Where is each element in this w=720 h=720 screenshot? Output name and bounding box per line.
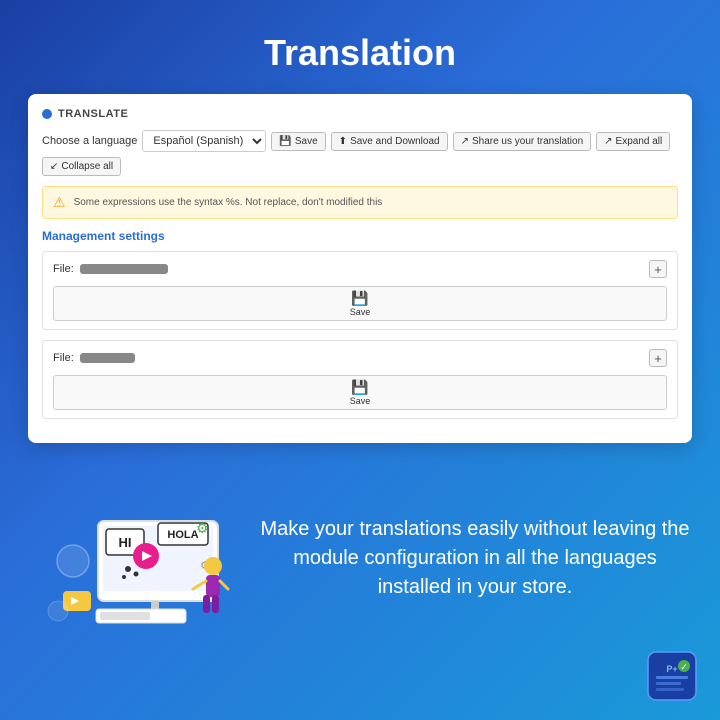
bottom-section: HI HOLA ⚙ ⚙ [28, 461, 692, 656]
expand-label: Expand all [616, 136, 663, 147]
promo-text: Make your translations easily without le… [258, 515, 692, 602]
svg-text:HOLA: HOLA [167, 529, 198, 541]
translate-label: TRANSLATE [58, 108, 128, 120]
file-name-bar-1 [80, 264, 168, 274]
svg-text:P+: P+ [666, 664, 677, 674]
file-label-2: File: [53, 352, 74, 364]
collapse-label: Collapse all [61, 161, 113, 172]
warning-text: Some expressions use the syntax %s. Not … [74, 197, 383, 208]
save-btn-1[interactable]: 💾 Save [53, 286, 667, 321]
save-icon: 💾 [279, 136, 291, 147]
toolbar: Choose a language Español (Spanish) 💾 Sa… [42, 130, 678, 176]
warning-icon: ⚠ [53, 194, 66, 211]
save-disk-icon-1: 💾 [351, 290, 368, 307]
save-disk-icon-2: 💾 [351, 379, 368, 396]
svg-text:⚙: ⚙ [196, 520, 209, 536]
save-btn-label-2: Save [350, 396, 371, 406]
management-settings-heading: Management settings [42, 229, 678, 243]
file-label-1: File: [53, 263, 74, 275]
save-btn-2[interactable]: 💾 Save [53, 375, 667, 410]
translate-dot [42, 109, 52, 119]
save-btn-label-1: Save [350, 307, 371, 317]
svg-text:HI: HI [119, 535, 132, 550]
save-download-label: Save and Download [350, 136, 440, 147]
main-card: TRANSLATE Choose a language Español (Spa… [28, 94, 692, 443]
expand-all-button[interactable]: ↗ Expand all [596, 132, 670, 151]
expand-icon: ↗ [604, 136, 612, 147]
page-title: Translation [0, 0, 720, 94]
badge-bottom-right: P+ ✓ [646, 650, 698, 702]
svg-text:✓: ✓ [680, 662, 688, 672]
file-label-group-2: File: [53, 352, 135, 364]
plus-btn-2[interactable]: + [649, 349, 667, 367]
share-button[interactable]: ↗ Share us your translation [453, 132, 592, 151]
collapse-icon: ↙ [50, 161, 58, 172]
plus-btn-1[interactable]: + [649, 260, 667, 278]
file-label-group-1: File: [53, 263, 168, 275]
share-icon: ↗ [461, 136, 469, 147]
file-row-2: File: + 💾 Save [42, 340, 678, 419]
choose-language-label: Choose a language [42, 135, 137, 147]
file-row-1-header: File: + [53, 260, 667, 278]
share-label: Share us your translation [472, 136, 583, 147]
collapse-all-button[interactable]: ↙ Collapse all [42, 157, 121, 176]
save-label: Save [295, 136, 318, 147]
illustration: HI HOLA ⚙ ⚙ [28, 461, 238, 656]
save-download-button[interactable]: ⬆ Save and Download [331, 132, 448, 151]
file-name-bar-2 [80, 353, 135, 363]
translate-header: TRANSLATE [42, 108, 678, 120]
file-row-1: File: + 💾 Save [42, 251, 678, 330]
language-select[interactable]: Español (Spanish) [142, 130, 266, 152]
file-row-2-header: File: + [53, 349, 667, 367]
download-icon: ⬆ [339, 136, 347, 147]
save-button[interactable]: 💾 Save [271, 132, 325, 151]
warning-banner: ⚠ Some expressions use the syntax %s. No… [42, 186, 678, 219]
